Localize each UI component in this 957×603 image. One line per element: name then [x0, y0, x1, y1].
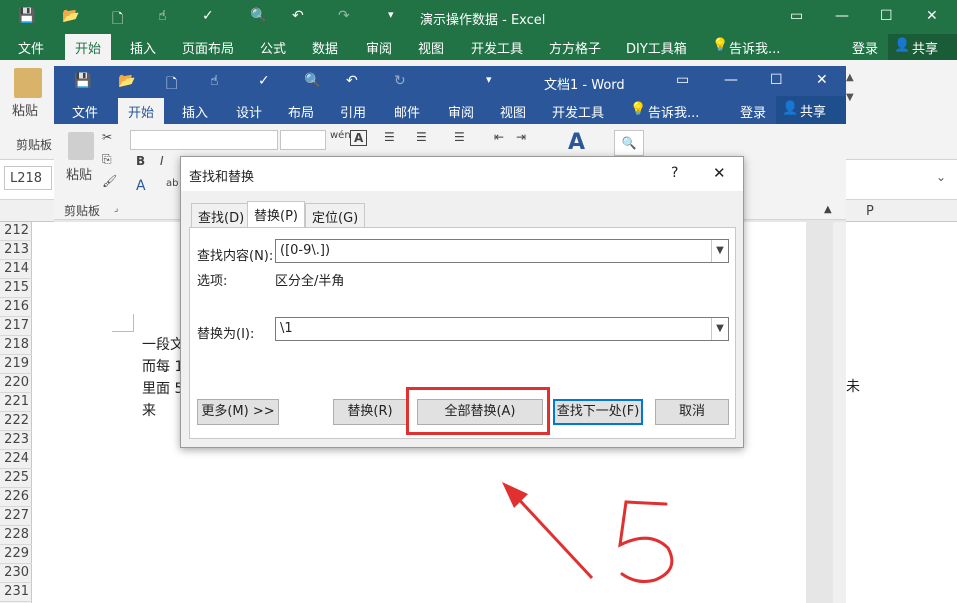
annotation-overlay — [502, 482, 674, 583]
arrow-shaft — [510, 490, 594, 580]
step-number-5-drawing — [618, 500, 674, 583]
